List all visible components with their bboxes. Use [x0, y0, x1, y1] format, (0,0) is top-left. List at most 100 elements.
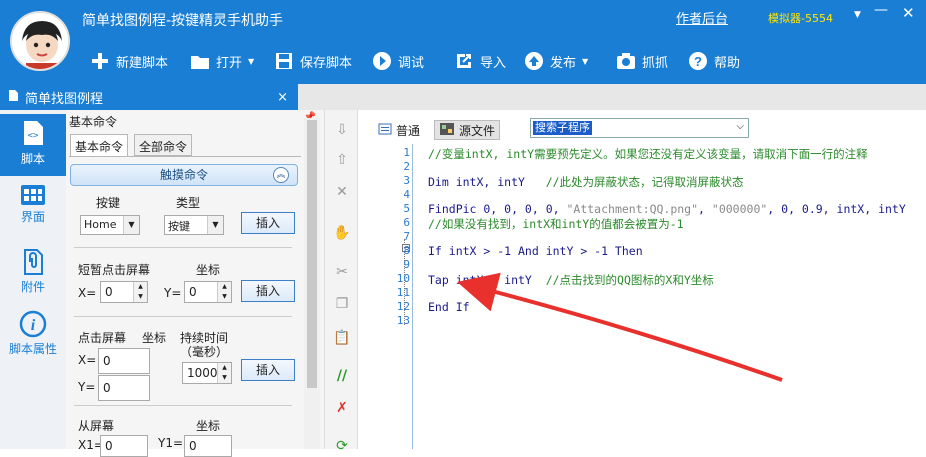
info-icon: i	[19, 310, 47, 338]
hand-icon[interactable]: ✋	[332, 223, 352, 243]
document-icon	[8, 89, 19, 106]
touch-commands-label: 触摸命令	[159, 168, 208, 182]
move-up-icon[interactable]: ⇧	[332, 150, 352, 170]
device-name[interactable]: 模拟器-5554	[768, 10, 833, 26]
tab-all-commands[interactable]: 全部命令	[134, 134, 193, 156]
tap-coord-label: 坐标	[196, 263, 221, 277]
chevron-down-icon[interactable]: ⌵	[736, 121, 744, 132]
press-x-label: X=	[78, 353, 97, 367]
avatar[interactable]	[10, 11, 70, 71]
press-x-input[interactable]: 0	[98, 348, 150, 374]
tap-x-input[interactable]: 0 ▲ ▼	[100, 281, 148, 303]
import-icon	[454, 51, 474, 71]
line-number: 12	[396, 300, 410, 313]
panel-scrollbar[interactable]	[304, 118, 320, 449]
avatar-icon	[12, 13, 68, 69]
publish-button[interactable]: 发布 ▼	[524, 50, 588, 72]
press-y-input[interactable]: 0	[98, 375, 150, 401]
tap-y-value: 0	[189, 285, 197, 299]
new-script-button[interactable]: 新建脚本	[90, 50, 168, 72]
file-tab-label: 简单找图例程	[25, 91, 104, 107]
type-select[interactable]: 按键 ▼	[164, 215, 224, 235]
code-line[interactable]: End If	[428, 300, 470, 314]
duration-value: 1000	[187, 366, 218, 380]
command-panel: 基本命令 📌 基本命令 全部命令 触摸命令 ︽ 按键 类型 Home▼ 按键▼ …	[66, 110, 324, 457]
copy-icon[interactable]: ❐	[332, 294, 352, 314]
nav-item-script[interactable]: <> 脚本	[0, 114, 66, 176]
key-select[interactable]: Home ▼	[80, 215, 140, 235]
spin-arrows-icon[interactable]: ▲ ▼	[217, 282, 231, 302]
tab-basic-commands[interactable]: 基本命令	[70, 134, 129, 156]
divider	[74, 316, 292, 317]
run-icon[interactable]: ⟳	[332, 436, 352, 456]
tap-y-input[interactable]: 0 ▲ ▼	[184, 281, 232, 303]
paste-icon[interactable]: 📋	[332, 328, 352, 348]
collapse-icon[interactable]: ︽	[273, 167, 289, 183]
code-line[interactable]: Dim intX, intY //此处为屏蔽状态，记得取消屏蔽状态	[428, 174, 744, 190]
tap-label: 短暂点击屏幕	[78, 263, 151, 277]
line-number: 10	[396, 272, 410, 285]
mode-normal-button[interactable]: 普通	[374, 120, 424, 140]
uncomment-icon[interactable]: ✗	[332, 398, 352, 418]
chevron-down-icon: ▼	[123, 216, 139, 234]
close-button[interactable]: ✕	[902, 4, 915, 22]
nav-item-attachment[interactable]: 附件	[0, 246, 66, 300]
save-icon	[274, 51, 294, 71]
code-line[interactable]: //如果没有找到，intX和intY的值都会被置为-1	[428, 216, 684, 232]
source-view-icon	[439, 122, 455, 139]
move-down-icon[interactable]: ⇩	[332, 120, 352, 140]
delete-icon[interactable]: ✕	[332, 182, 352, 202]
folder-icon	[190, 51, 210, 71]
insert-tap-button[interactable]: 插入	[241, 280, 295, 302]
comment-icon[interactable]: //	[332, 366, 352, 386]
grid-icon	[20, 184, 46, 206]
spin-arrows-icon[interactable]: ▲ ▼	[217, 363, 231, 383]
import-button[interactable]: 导入	[454, 50, 506, 72]
capture-button[interactable]: 抓抓	[616, 50, 668, 72]
help-label: 帮助	[714, 55, 741, 71]
code-line[interactable]: Tap intX , intY //点击找到的QQ图标的X和Y坐标	[428, 272, 714, 288]
svg-text:?: ?	[694, 54, 702, 69]
open-button[interactable]: 打开 ▼	[190, 50, 254, 72]
svg-text:<>: <>	[28, 131, 39, 141]
minimize-button[interactable]: —	[874, 2, 888, 18]
insert-press-button[interactable]: 插入	[241, 359, 295, 381]
attachment-icon	[20, 248, 46, 276]
code-line[interactable]: If intX > -1 And intY > -1 Then	[428, 244, 643, 258]
line-number: 5	[403, 202, 410, 215]
scrollbar-thumb[interactable]	[307, 120, 317, 388]
spin-arrows-icon[interactable]: ▲ ▼	[133, 282, 147, 302]
line-number: 6	[403, 216, 410, 229]
code-line[interactable]: FindPic 0, 0, 0, 0, "Attachment:QQ.png",…	[428, 202, 906, 216]
author-link[interactable]: 作者后台	[676, 8, 728, 27]
mode-source-button[interactable]: 源文件	[434, 120, 501, 140]
key-select-value: Home	[84, 218, 117, 231]
touch-commands-header[interactable]: 触摸命令 ︽	[70, 164, 298, 186]
debug-button[interactable]: 调试	[372, 50, 424, 72]
panel-title: 基本命令	[69, 115, 118, 129]
app-title: 简单找图例程-按键精灵手机助手	[82, 13, 284, 29]
swipe-y1-value: 0	[189, 439, 197, 453]
line-number-gutter: − 1 2 3 4 5 6 7 8 9 10 11 12 13	[358, 144, 413, 449]
close-tab-icon[interactable]: ×	[277, 90, 288, 105]
code-line[interactable]: //变量intX, intY需要预先定义。如果您还没有定义该变量，请取消下面一行…	[428, 146, 868, 162]
subroutine-search-combo[interactable]: 搜索子程序 ⌵	[530, 118, 749, 138]
code-area[interactable]: //变量intX, intY需要预先定义。如果您还没有定义该变量，请取消下面一行…	[413, 144, 926, 449]
swipe-y1-input[interactable]: 0	[184, 435, 232, 457]
nav-item-ui[interactable]: 界面	[0, 182, 66, 232]
nav-item-properties[interactable]: i 脚本属性	[0, 308, 66, 362]
svg-text:i: i	[31, 317, 36, 334]
duration-input[interactable]: 1000 ▲ ▼	[182, 362, 232, 384]
insert-key-button[interactable]: 插入	[241, 212, 295, 234]
tap-x-value: 0	[105, 285, 113, 299]
chevron-down-icon: ▼	[248, 56, 255, 66]
file-tab[interactable]: 简单找图例程 ×	[0, 84, 298, 110]
help-button[interactable]: ? 帮助	[688, 50, 740, 72]
tap-y-label: Y=	[164, 286, 182, 300]
publish-label: 发布	[550, 55, 577, 71]
play-icon	[372, 51, 392, 71]
swipe-x1-input[interactable]: 0	[100, 435, 148, 457]
save-script-button[interactable]: 保存脚本	[274, 50, 352, 72]
cut-icon[interactable]: ✂	[332, 262, 352, 282]
device-dropdown-icon[interactable]: ▼	[854, 10, 861, 20]
